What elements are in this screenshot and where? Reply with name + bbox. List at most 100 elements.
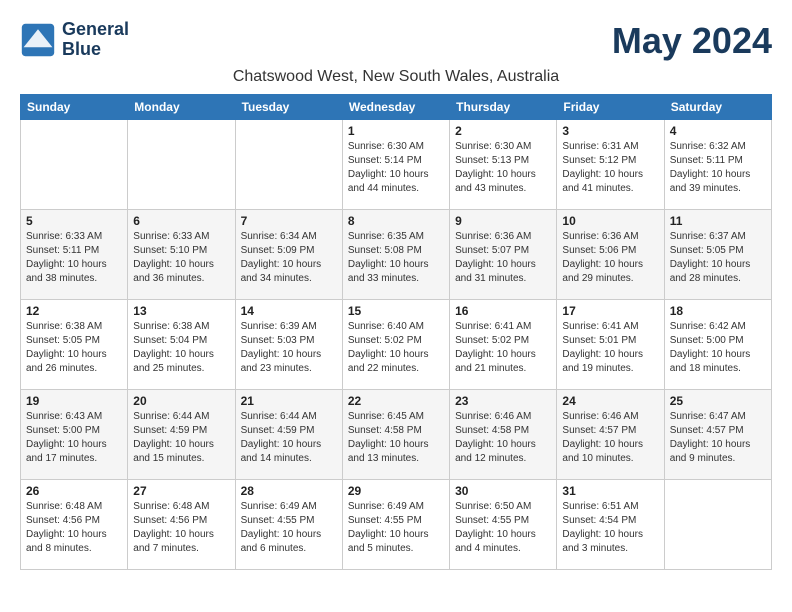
calendar-cell: 23 Sunrise: 6:46 AMSunset: 4:58 PMDayligh…: [450, 390, 557, 480]
day-number: 11: [670, 214, 766, 228]
calendar-cell: 15Sunrise: 6:40 AMSunset: 5:02 PMDayligh…: [342, 300, 449, 390]
day-info: Sunrise: 6:30 AMSunset: 5:14 PMDaylight:…: [348, 140, 444, 196]
day-info: Sunrise: 6:47 AMSunset: 4:57 PMDaylight:…: [670, 410, 766, 466]
day-info: Sunrise: 6:32 AMSunset: 5:11 PMDaylight:…: [670, 140, 766, 196]
calendar-header-friday: Friday: [557, 95, 664, 120]
day-number: 21: [241, 394, 337, 408]
day-info: Sunrise: 6:30 AMSunset: 5:13 PMDaylight:…: [455, 140, 551, 196]
calendar-cell: 7 Sunrise: 6:34 AMSunset: 5:09 PMDaylight…: [235, 210, 342, 300]
day-info: Sunrise: 6:34 AMSunset: 5:09 PMDaylight:…: [241, 230, 337, 286]
day-number: 14: [241, 304, 337, 318]
day-info: Sunrise: 6:40 AMSunset: 5:02 PMDaylight:…: [348, 320, 444, 376]
logo-icon: [20, 22, 56, 58]
calendar-week-row: 12Sunrise: 6:38 AMSunset: 5:05 PMDayligh…: [21, 300, 772, 390]
calendar-cell: 12Sunrise: 6:38 AMSunset: 5:05 PMDayligh…: [21, 300, 128, 390]
calendar-cell: 26 Sunrise: 6:48 AMSunset: 4:56 PMDayligh…: [21, 480, 128, 570]
day-info: Sunrise: 6:48 AMSunset: 4:56 PMDaylight:…: [133, 500, 229, 556]
day-number: 4: [670, 124, 766, 138]
day-number: 24: [562, 394, 658, 408]
calendar-cell: 14 Sunrise: 6:39 AMSunset: 5:03 PMDayligh…: [235, 300, 342, 390]
calendar-cell: 19 Sunrise: 6:43 AMSunset: 5:00 PMDayligh…: [21, 390, 128, 480]
calendar-week-row: 1 Sunrise: 6:30 AMSunset: 5:14 PMDaylight…: [21, 120, 772, 210]
day-info: Sunrise: 6:46 AMSunset: 4:57 PMDaylight:…: [562, 410, 658, 466]
day-info: Sunrise: 6:39 AMSunset: 5:03 PMDaylight:…: [241, 320, 337, 376]
calendar-cell: 10Sunrise: 6:36 AMSunset: 5:06 PMDayligh…: [557, 210, 664, 300]
day-number: 6: [133, 214, 229, 228]
calendar-cell: 2 Sunrise: 6:30 AMSunset: 5:13 PMDaylight…: [450, 120, 557, 210]
day-info: Sunrise: 6:48 AMSunset: 4:56 PMDaylight:…: [26, 500, 122, 556]
day-number: 27: [133, 484, 229, 498]
day-number: 22: [348, 394, 444, 408]
calendar-cell: 27 Sunrise: 6:48 AMSunset: 4:56 PMDayligh…: [128, 480, 235, 570]
day-info: Sunrise: 6:31 AMSunset: 5:12 PMDaylight:…: [562, 140, 658, 196]
calendar-header-sunday: Sunday: [21, 95, 128, 120]
day-info: Sunrise: 6:43 AMSunset: 5:00 PMDaylight:…: [26, 410, 122, 466]
calendar-cell: 22 Sunrise: 6:45 AMSunset: 4:58 PMDayligh…: [342, 390, 449, 480]
month-title: May 2024: [612, 20, 772, 62]
calendar-table: SundayMondayTuesdayWednesdayThursdayFrid…: [20, 94, 772, 570]
calendar-cell: 25 Sunrise: 6:47 AMSunset: 4:57 PMDayligh…: [664, 390, 771, 480]
logo-text: General Blue: [62, 20, 129, 60]
day-info: Sunrise: 6:38 AMSunset: 5:05 PMDaylight:…: [26, 320, 122, 376]
day-number: 23: [455, 394, 551, 408]
calendar-header-thursday: Thursday: [450, 95, 557, 120]
day-number: 17: [562, 304, 658, 318]
calendar-header-saturday: Saturday: [664, 95, 771, 120]
day-info: Sunrise: 6:46 AMSunset: 4:58 PMDaylight:…: [455, 410, 551, 466]
calendar-cell: [21, 120, 128, 210]
day-number: 16: [455, 304, 551, 318]
day-info: Sunrise: 6:49 AMSunset: 4:55 PMDaylight:…: [348, 500, 444, 556]
day-number: 2: [455, 124, 551, 138]
day-info: Sunrise: 6:41 AMSunset: 5:01 PMDaylight:…: [562, 320, 658, 376]
calendar-cell: 11 Sunrise: 6:37 AMSunset: 5:05 PMDayligh…: [664, 210, 771, 300]
calendar-cell: 9 Sunrise: 6:36 AMSunset: 5:07 PMDaylight…: [450, 210, 557, 300]
day-number: 5: [26, 214, 122, 228]
calendar-week-row: 26 Sunrise: 6:48 AMSunset: 4:56 PMDayligh…: [21, 480, 772, 570]
calendar-cell: 28 Sunrise: 6:49 AMSunset: 4:55 PMDayligh…: [235, 480, 342, 570]
day-info: Sunrise: 6:37 AMSunset: 5:05 PMDaylight:…: [670, 230, 766, 286]
day-number: 20: [133, 394, 229, 408]
calendar-cell: 18Sunrise: 6:42 AMSunset: 5:00 PMDayligh…: [664, 300, 771, 390]
day-number: 1: [348, 124, 444, 138]
day-info: Sunrise: 6:36 AMSunset: 5:07 PMDaylight:…: [455, 230, 551, 286]
calendar-cell: 21Sunrise: 6:44 AMSunset: 4:59 PMDayligh…: [235, 390, 342, 480]
calendar-cell: 5 Sunrise: 6:33 AMSunset: 5:11 PMDaylight…: [21, 210, 128, 300]
calendar-cell: [235, 120, 342, 210]
location-title: Chatswood West, New South Wales, Austral…: [20, 68, 772, 86]
day-info: Sunrise: 6:38 AMSunset: 5:04 PMDaylight:…: [133, 320, 229, 376]
day-number: 26: [26, 484, 122, 498]
logo-line2: Blue: [62, 40, 129, 60]
day-number: 30: [455, 484, 551, 498]
calendar-cell: 13 Sunrise: 6:38 AMSunset: 5:04 PMDayligh…: [128, 300, 235, 390]
day-number: 7: [241, 214, 337, 228]
day-number: 13: [133, 304, 229, 318]
calendar-cell: 30 Sunrise: 6:50 AMSunset: 4:55 PMDayligh…: [450, 480, 557, 570]
calendar-cell: 17 Sunrise: 6:41 AMSunset: 5:01 PMDayligh…: [557, 300, 664, 390]
calendar-cell: 1 Sunrise: 6:30 AMSunset: 5:14 PMDaylight…: [342, 120, 449, 210]
page-header: General Blue May 2024: [20, 20, 772, 62]
day-number: 31: [562, 484, 658, 498]
day-info: Sunrise: 6:35 AMSunset: 5:08 PMDaylight:…: [348, 230, 444, 286]
calendar-week-row: 5 Sunrise: 6:33 AMSunset: 5:11 PMDaylight…: [21, 210, 772, 300]
day-number: 25: [670, 394, 766, 408]
day-number: 10: [562, 214, 658, 228]
day-number: 19: [26, 394, 122, 408]
logo-line1: General: [62, 20, 129, 40]
calendar-cell: 31Sunrise: 6:51 AMSunset: 4:54 PMDayligh…: [557, 480, 664, 570]
day-number: 18: [670, 304, 766, 318]
day-number: 28: [241, 484, 337, 498]
day-info: Sunrise: 6:50 AMSunset: 4:55 PMDaylight:…: [455, 500, 551, 556]
day-info: Sunrise: 6:45 AMSunset: 4:58 PMDaylight:…: [348, 410, 444, 466]
calendar-week-row: 19 Sunrise: 6:43 AMSunset: 5:00 PMDayligh…: [21, 390, 772, 480]
logo: General Blue: [20, 20, 129, 60]
calendar-cell: 16Sunrise: 6:41 AMSunset: 5:02 PMDayligh…: [450, 300, 557, 390]
day-number: 9: [455, 214, 551, 228]
day-info: Sunrise: 6:33 AMSunset: 5:11 PMDaylight:…: [26, 230, 122, 286]
calendar-header-tuesday: Tuesday: [235, 95, 342, 120]
day-info: Sunrise: 6:49 AMSunset: 4:55 PMDaylight:…: [241, 500, 337, 556]
calendar-header-wednesday: Wednesday: [342, 95, 449, 120]
calendar-header-monday: Monday: [128, 95, 235, 120]
calendar-cell: 8Sunrise: 6:35 AMSunset: 5:08 PMDaylight…: [342, 210, 449, 300]
calendar-cell: 24 Sunrise: 6:46 AMSunset: 4:57 PMDayligh…: [557, 390, 664, 480]
calendar-cell: 4 Sunrise: 6:32 AMSunset: 5:11 PMDaylight…: [664, 120, 771, 210]
